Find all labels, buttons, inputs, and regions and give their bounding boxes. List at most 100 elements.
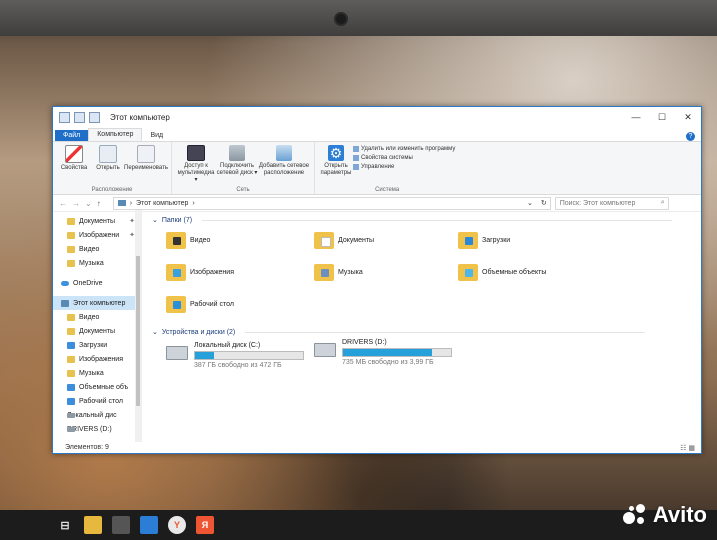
recent-chevron-icon[interactable]: ⌄ [85,199,92,208]
drive-d[interactable]: DRIVERS (D:) 735 МБ свободно из 3,99 ГБ [314,339,452,366]
rename-icon [137,145,155,163]
group-label-system: Система [375,187,400,193]
taskbar: ⊟ Y Я [0,510,717,540]
file-explorer-window: Этот компьютер — ☐ ✕ Файл Компьютер Вид … [52,106,702,454]
folder-music[interactable]: Музыка [314,264,363,281]
video-folder-icon [166,232,186,249]
content-pane: ⌄ Папки (7) Видео Документы Загрузки Изо… [142,210,701,442]
ribbon: Свойства Открыть Переименовать Расположе… [53,142,701,195]
nav-item-this-pc[interactable]: Этот компьютер [53,296,141,310]
group-label-network: Сеть [236,187,250,193]
title-bar: Этот компьютер — ☐ ✕ [53,107,701,127]
nav-item-music-quick[interactable]: Музыка [53,256,141,270]
up-arrow-icon[interactable]: ↑ [97,199,101,208]
back-arrow-icon[interactable]: ← [59,199,67,208]
nav-item-desktop[interactable]: Рабочий стол [53,394,141,408]
breadcrumb-chevron-icon[interactable]: › [192,200,194,207]
tab-view[interactable]: Вид [142,130,171,141]
nav-item-video[interactable]: Видео [53,310,141,324]
pictures-folder-icon [166,264,186,281]
help-icon[interactable]: ? [686,132,695,141]
desktop-folder-icon [166,296,186,313]
view-toggle-icons[interactable]: ☷ ▦ [680,444,695,452]
downloads-folder-icon [458,232,478,249]
avito-text: Avito [652,502,707,527]
nav-item-downloads[interactable]: Загрузки [53,338,141,352]
folder-downloads[interactable]: Загрузки [458,232,510,249]
desktop-icon [67,397,75,405]
nav-item-drivers-d[interactable]: DRIVERS (D:) [53,422,141,436]
explorer-icon[interactable] [59,111,70,123]
nav-item-music[interactable]: Музыка [53,366,141,380]
yandex-taskbar-icon[interactable]: Я [196,516,214,534]
group-label-location: Расположение [91,187,133,193]
close-button[interactable]: ✕ [675,112,701,123]
manage-icon [353,164,359,170]
folder-desktop[interactable]: Рабочий стол [166,296,234,313]
uninstall-program-link[interactable]: Удалить или изменить программу [353,146,455,152]
window-title: Этот компьютер [110,112,170,122]
breadcrumb-separator: › [129,199,133,207]
nav-item-3d-objects[interactable]: Объемные объ [53,380,141,394]
nav-item-video-quick[interactable]: Видео [53,242,141,256]
address-bar[interactable]: › Этот компьютер › ⌄ ↻ [112,196,551,210]
yandex-browser-taskbar-icon[interactable]: Y [168,516,186,534]
section-divider [202,219,673,221]
nav-item-documents[interactable]: Документы [53,324,141,338]
rename-button[interactable]: Переименовать [124,145,168,184]
drives-section-header[interactable]: ⌄ Устройства и диски (2) [152,328,646,336]
navigation-pane: Документы ✦ Изображени ✦ Видео Музыка OneD… [53,210,142,442]
nav-item-pictures[interactable]: Изображения [53,352,141,366]
music-folder-icon [314,264,334,281]
tab-computer[interactable]: Компьютер [88,128,143,141]
status-bar: Элементов: 9 ☷ ▦ [53,442,701,453]
refresh-icon[interactable]: ↻ [541,199,547,207]
open-settings-button[interactable]: ⚙ Открыть параметры [319,145,353,184]
minimize-button[interactable]: — [623,112,649,123]
ribbon-tabs: Файл Компьютер Вид ? [53,127,701,142]
pictures-icon [67,231,75,239]
media-access-button[interactable]: Доступ к мультимедиа ▾ [176,145,216,184]
nav-scrollbar[interactable] [135,210,141,442]
folder-video[interactable]: Видео [166,232,210,249]
search-icon: ⌕ [660,199,665,206]
folder-3d-objects[interactable]: Объемные объекты [458,264,546,281]
store-taskbar-icon[interactable] [112,516,130,534]
quick-access-toolbar [53,111,100,123]
chevron-down-icon: ⌄ [152,217,158,224]
mail-taskbar-icon[interactable] [140,516,158,534]
file-explorer-taskbar-icon[interactable] [84,516,102,534]
drive-d-usage-bar [342,348,452,357]
open-button[interactable]: Открыть [91,145,125,184]
drive-d-label: DRIVERS (D:) [342,339,387,346]
new-folder-quick-icon[interactable] [89,111,100,123]
manage-link[interactable]: Управление [353,164,455,170]
search-input[interactable]: Поиск: Этот компьютер ⌕ [554,196,669,210]
system-properties-link[interactable]: Свойства системы [353,155,455,161]
system-icon [353,155,359,161]
nav-item-pictures-pinned[interactable]: Изображени ✦ [53,228,141,242]
folders-section-header[interactable]: ⌄ Папки (7) [152,216,673,224]
address-dropdown-icon[interactable]: ⌄ [527,199,533,207]
drive-c-free-space: 387 ГБ свободно из 472 ГБ [194,362,282,369]
properties-icon [65,145,83,163]
task-view-icon[interactable]: ⊟ [56,516,74,534]
drive-c-label: Локальный диск (C:) [194,342,261,349]
forward-arrow-icon[interactable]: → [72,199,80,208]
nav-scrollbar-thumb[interactable] [136,256,140,406]
map-network-drive-button[interactable]: Подключить сетевой диск ▾ [216,145,258,184]
nav-item-onedrive[interactable]: OneDrive [53,276,141,290]
maximize-button[interactable]: ☐ [649,112,675,123]
nav-item-documents-pinned[interactable]: Документы ✦ [53,214,141,228]
tab-file[interactable]: Файл [55,130,89,141]
folder-pictures[interactable]: Изображения [166,264,234,281]
properties-quick-icon[interactable] [74,111,85,123]
music-icon [67,369,75,377]
open-icon [99,145,117,163]
properties-button[interactable]: Свойства [57,145,91,184]
drive-c[interactable]: Локальный диск (C:) 387 ГБ свободно из 4… [166,342,304,369]
nav-item-local-disk-c[interactable]: Локальный дис [53,408,141,422]
folder-documents[interactable]: Документы [314,232,374,249]
breadcrumb-this-pc[interactable]: Этот компьютер [136,200,188,207]
add-network-location-button[interactable]: Добавить сетевое расположение [258,145,310,184]
